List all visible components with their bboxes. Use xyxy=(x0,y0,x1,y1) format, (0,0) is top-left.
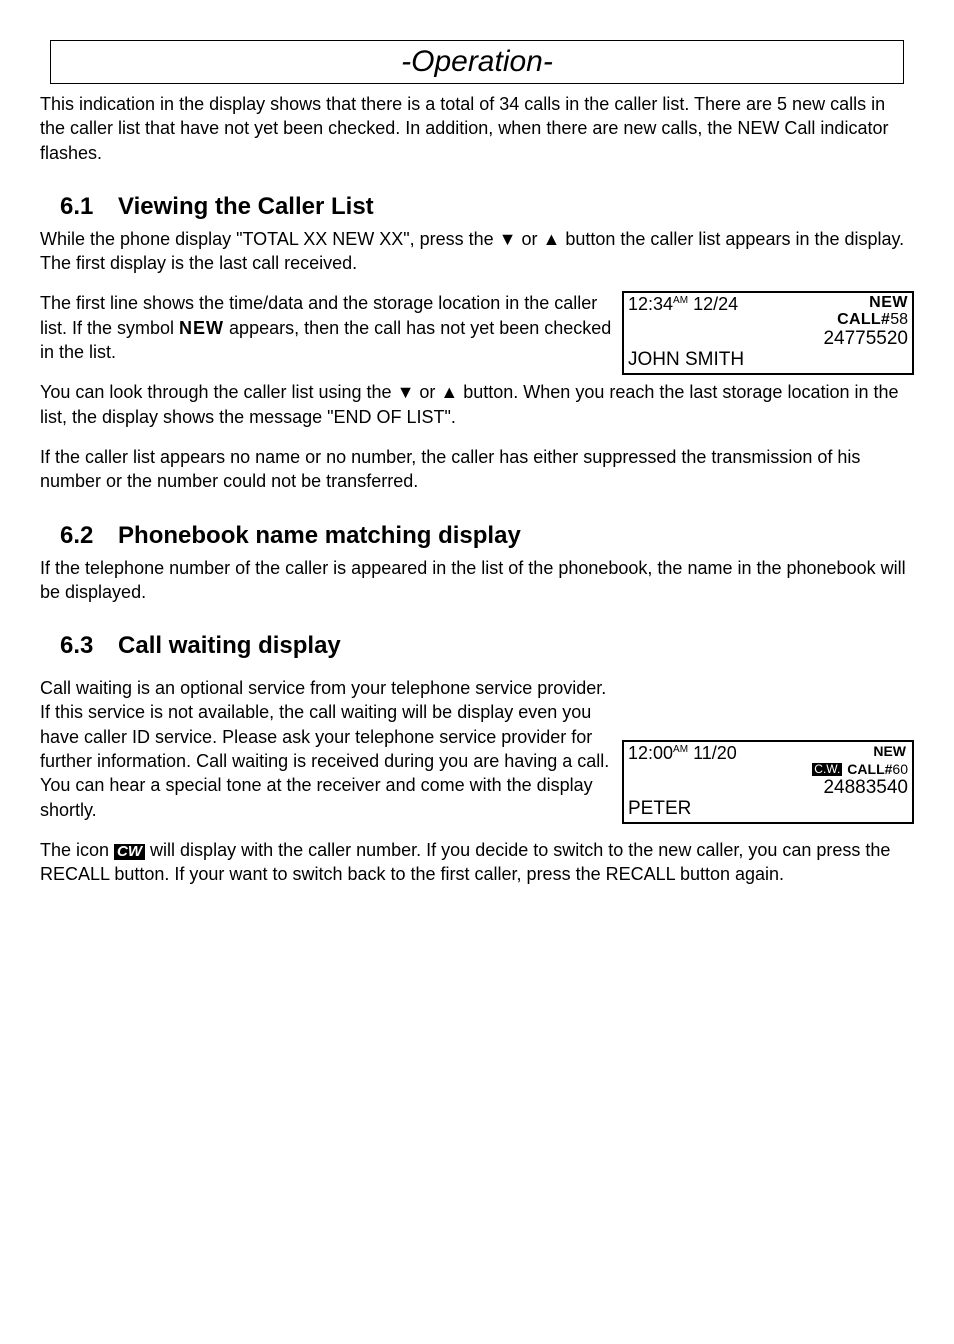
lcd-time-date: 12:00AM 11/20 xyxy=(628,744,737,763)
s63-p2: The icon CW will display with the caller… xyxy=(40,838,914,887)
lcd-ampm: AM xyxy=(673,295,688,306)
lcd-date: 11/20 xyxy=(693,743,737,763)
s61-p4: If the caller list appears no name or no… xyxy=(40,445,914,494)
text-fragment: or xyxy=(516,229,542,249)
call-number: 58 xyxy=(890,311,908,328)
text-fragment: While the phone display "TOTAL XX NEW XX… xyxy=(40,229,499,249)
text-fragment: or xyxy=(414,382,440,402)
section-title: Viewing the Caller List xyxy=(118,193,374,220)
s62-p1: If the telephone number of the caller is… xyxy=(40,556,914,605)
lcd-phone-number: 24883540 xyxy=(628,778,908,798)
lcd-call-index: NEW C.W. CALL#60 xyxy=(812,744,908,778)
new-icon: NEW xyxy=(812,744,908,759)
lcd-call-index: NEW CALL#58 xyxy=(837,295,908,329)
section-6-2-heading: 6.2 Phonebook name matching display xyxy=(40,522,914,550)
cw-icon: CW xyxy=(114,844,145,861)
text-fragment: will display with the caller number. If … xyxy=(40,840,890,884)
s61-p3: You can look through the caller list usi… xyxy=(40,380,914,429)
call-label: CALL# xyxy=(847,761,892,777)
call-number: 60 xyxy=(892,761,908,777)
up-arrow-icon: ▲ xyxy=(542,229,560,249)
down-arrow-icon: ▼ xyxy=(397,382,415,402)
lcd-date: 12/24 xyxy=(693,294,738,314)
section-6-3-heading: 6.3 Call waiting display xyxy=(40,632,914,660)
lcd-caller-display: 12:34AM 12/24 NEW CALL#58 24775520 JOHN … xyxy=(622,291,914,375)
lcd-time: 12:34 xyxy=(628,294,673,314)
text-fragment: The icon xyxy=(40,840,114,860)
lcd-caller-name: PETER xyxy=(628,798,908,820)
down-arrow-icon: ▼ xyxy=(499,229,517,249)
lcd-phone-number: 24775520 xyxy=(628,329,908,349)
lcd-call-waiting-display: 12:00AM 11/20 NEW C.W. CALL#60 24883540 … xyxy=(622,740,914,824)
section-number: 6.1 xyxy=(60,193,93,221)
section-number: 6.2 xyxy=(60,522,93,550)
new-icon: NEW xyxy=(179,316,224,340)
section-title: Phonebook name matching display xyxy=(118,522,521,549)
lcd-ampm: AM xyxy=(673,744,688,755)
lcd-time-date: 12:34AM 12/24 xyxy=(628,295,738,314)
page-title: -Operation- xyxy=(50,40,904,84)
new-icon: NEW xyxy=(837,295,908,312)
lcd-time: 12:00 xyxy=(628,743,673,763)
lcd-caller-name: JOHN SMITH xyxy=(628,349,908,371)
section-6-1-heading: 6.1 Viewing the Caller List xyxy=(40,193,914,221)
intro-paragraph: This indication in the display shows tha… xyxy=(40,92,914,165)
section-number: 6.3 xyxy=(60,632,93,660)
s61-p1: While the phone display "TOTAL XX NEW XX… xyxy=(40,227,914,276)
cw-icon: C.W. xyxy=(812,763,842,776)
up-arrow-icon: ▲ xyxy=(440,382,458,402)
section-title: Call waiting display xyxy=(118,632,341,659)
call-label: CALL# xyxy=(837,311,890,328)
text-fragment: You can look through the caller list usi… xyxy=(40,382,397,402)
